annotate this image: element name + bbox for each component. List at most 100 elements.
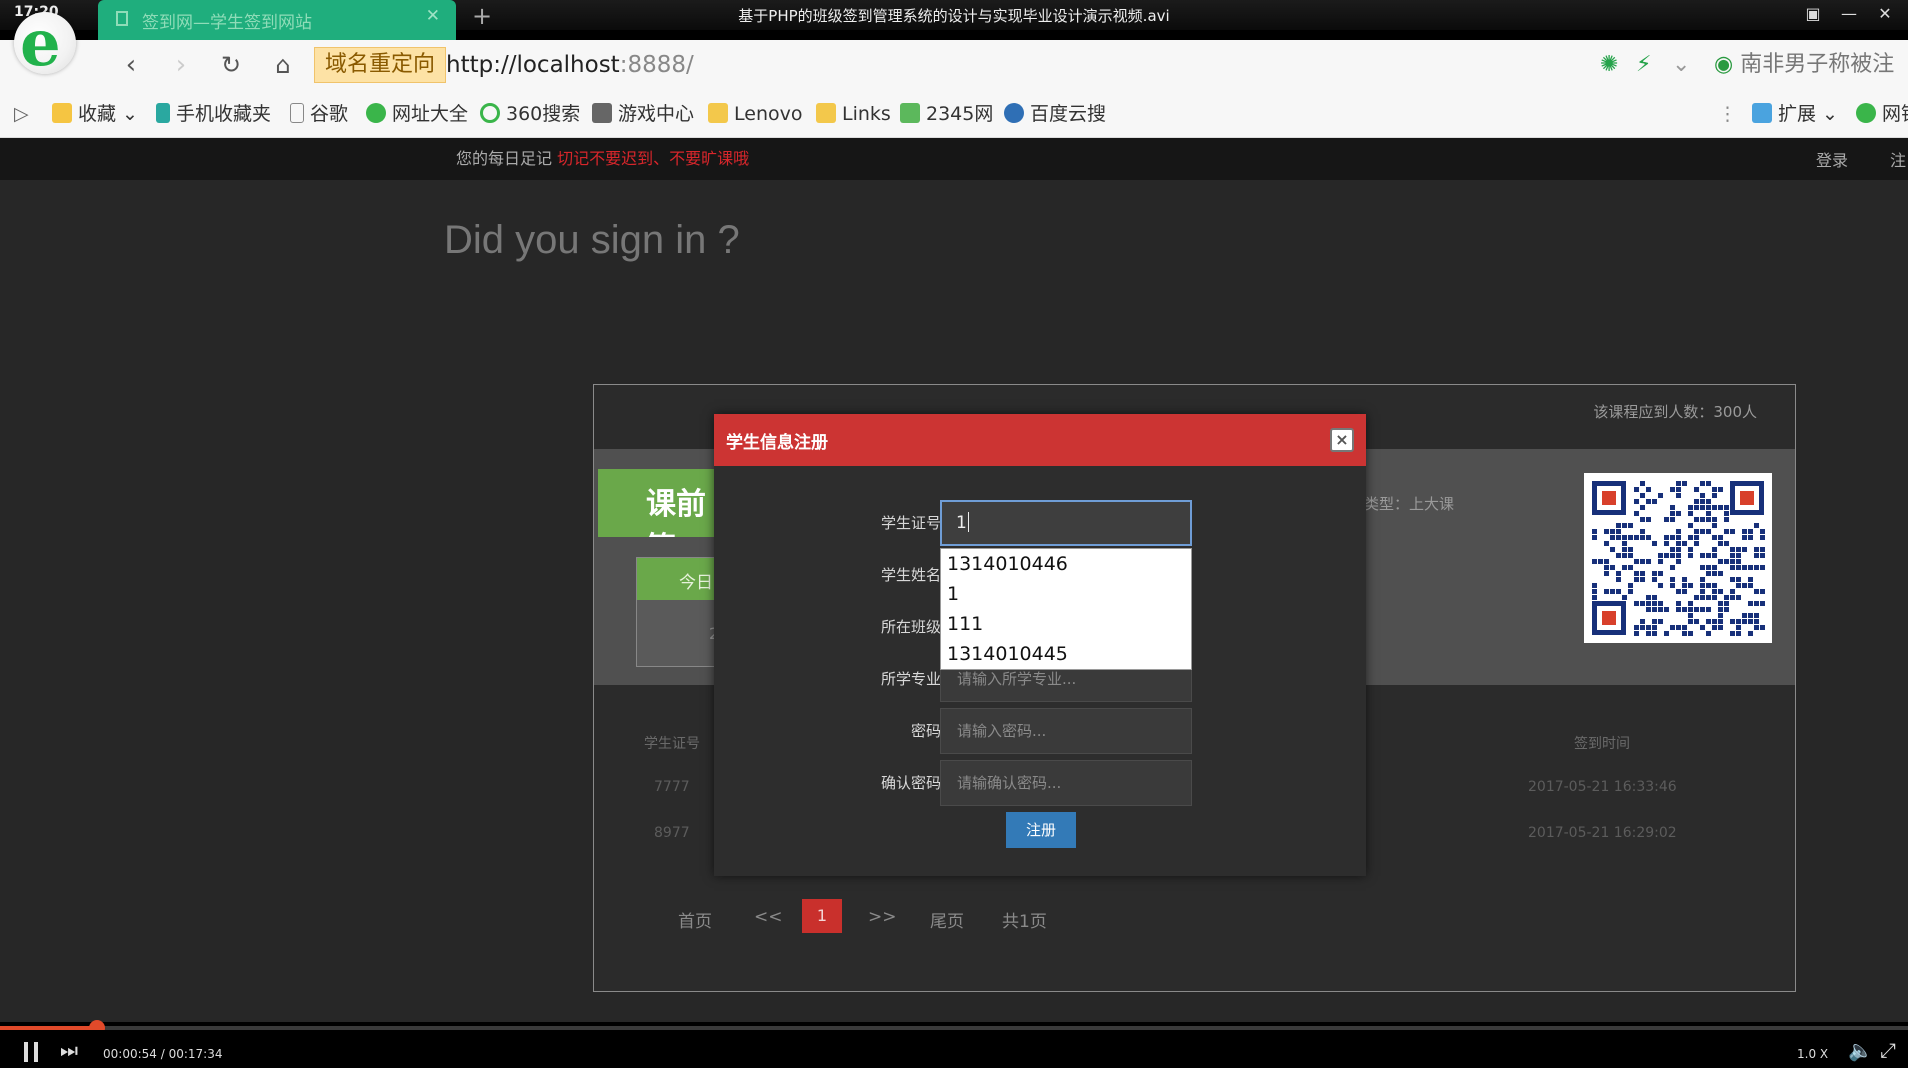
expected-count: 该课程应到人数：300人 [1593,403,1757,421]
pager-next[interactable]: >> [868,907,897,927]
password-input[interactable]: 请输入密码... [940,708,1192,754]
news-ticker[interactable]: ◉ 南非男子称被注 [1714,47,1894,83]
bookmark-directory[interactable]: 网址大全 [366,102,468,126]
player-controls: ⏭ 00:00:54 / 00:17:34 1.0 X 🔈 ⤢ [0,1030,1908,1068]
news-text: 南非男子称被注 [1740,52,1895,77]
player-window-icon[interactable]: ▣ [1800,2,1826,26]
register-submit-button[interactable]: 注册 [1006,812,1076,848]
tab-close-icon[interactable]: ✕ [426,6,440,26]
bookmark-favorites[interactable]: 收藏 ⌄ [52,102,138,126]
bookmark-google[interactable]: 谷歌 [290,102,348,126]
tab-title: 签到网—学生签到网站 [142,13,312,33]
autocomplete-option[interactable]: 111 [941,609,1191,639]
autocomplete-dropdown: 1314010446 1 111 1314010445 [940,548,1192,670]
qr-code [1584,473,1772,643]
autocomplete-option[interactable]: 1314010446 [941,549,1191,579]
playback-time: 00:00:54 / 00:17:34 [103,1047,223,1061]
row-2-time: 2017-05-21 16:29:02 [1528,825,1677,841]
netbank-button[interactable]: 网银 [1856,102,1908,126]
forward-icon[interactable]: › [164,48,198,82]
register-link[interactable]: 注 [1890,147,1906,171]
bookmarks-bar: ▷ 收藏 ⌄ 手机收藏夹 谷歌 网址大全 360搜索 游戏中心 Lenovo L… [0,90,1908,138]
address-bar[interactable]: http://localhost:8888/ [446,47,1556,83]
bookmark-baidu-cloud[interactable]: 百度云搜 [1004,102,1106,126]
sidebar-toggle-icon[interactable]: ▷ [14,102,29,126]
url-path: :8888/ [619,52,694,78]
cloud-icon [1004,103,1024,123]
column-student-id: 学生证号 [644,736,700,752]
bookmark-games[interactable]: 游戏中心 [592,102,694,126]
pager-current[interactable]: 1 [802,899,842,933]
daily-warning: 切记不要迟到、不要旷课哦 [557,149,750,168]
student-id-value: 1 [956,513,967,533]
playback-speed[interactable]: 1.0 X [1797,1047,1828,1061]
modal-header: 学生信息注册 × [714,414,1366,466]
bookmark-label: 360搜索 [506,103,581,125]
mobile-icon [156,103,170,123]
search-360-icon [480,103,500,123]
bookmark-label: Links [842,103,891,125]
login-link[interactable]: 登录 [1816,147,1848,171]
bookmark-360[interactable]: 360搜索 [480,102,580,126]
register-modal: 学生信息注册 × 学生证号： 1 学生姓名： 所在班级： 所学专业： 请输入所学… [714,414,1366,876]
dropdown-icon[interactable]: ⌄ [1672,52,1690,77]
url-host: http://localhost [446,52,620,78]
plus-icon [366,103,386,123]
folder-icon [708,103,728,123]
sign-in-title: 课前签 [598,469,728,537]
autocomplete-option[interactable]: 1314010445 [941,639,1191,669]
bookmark-links[interactable]: Links [816,102,891,126]
next-icon[interactable]: ⏭ [60,1038,78,1062]
refresh-icon[interactable]: ↻ [214,48,248,82]
row-1-time: 2017-05-21 16:33:46 [1528,779,1677,795]
extensions-button[interactable]: 扩展 ⌄ [1752,102,1838,126]
bookmark-2345[interactable]: 2345网 [900,102,993,126]
autocomplete-option[interactable]: 1 [941,579,1191,609]
star-icon [52,103,72,123]
volume-icon[interactable]: 🔈 [1848,1038,1873,1062]
browser-tab[interactable]: 签到网—学生签到网站 ✕ [98,0,456,40]
pager-last[interactable]: 尾页 [930,907,964,932]
security-icon[interactable]: ✺ [1600,52,1618,77]
row-1-id: 7777 [654,779,690,795]
browser-navbar: ‹ › ↻ ⌂ 域名重定向 http://localhost:8888/ ✺ ⚡… [0,40,1908,90]
bookmark-label: 手机收藏夹 [176,103,272,125]
page-headline: Did you sign in ? [444,218,740,262]
speed-icon[interactable]: ⚡ [1636,52,1651,77]
bookmark-label: 游戏中心 [618,103,695,125]
fullscreen-icon[interactable]: ⤢ [1880,1038,1896,1062]
redirect-badge[interactable]: 域名重定向 [314,47,447,83]
bookmark-label: 收藏 [78,103,117,125]
column-sign-time: 签到时间 [1574,736,1630,752]
daily-note: 您的每日足记 切记不要迟到、不要旷课哦 [456,145,749,169]
more-icon[interactable]: ⋮ [1718,102,1737,126]
daily-note-label: 您的每日足记 [456,149,553,168]
site-top-strip: 您的每日足记 切记不要迟到、不要旷课哦 登录 注 [0,138,1908,180]
bookmark-label: 谷歌 [310,103,349,125]
pager-first[interactable]: 首页 [678,907,712,932]
yuan-icon [1856,103,1876,123]
bookmark-lenovo[interactable]: Lenovo [708,102,802,126]
house-icon [900,103,920,123]
qr-code-graphic [1588,477,1768,639]
pause-icon[interactable] [24,1042,38,1062]
extensions-icon [1752,103,1772,123]
field-row-password: 密码： 请输入密码... [714,708,1366,754]
modal-title: 学生信息注册 [726,433,828,453]
bookmark-mobile[interactable]: 手机收藏夹 [156,102,271,126]
folder-icon [816,103,836,123]
student-id-input[interactable]: 1 [940,500,1192,546]
bookmark-label: 2345网 [926,103,994,125]
modal-close-button[interactable]: × [1330,428,1354,452]
bookmark-label: 网址大全 [392,103,469,125]
back-icon[interactable]: ‹ [114,48,148,82]
home-icon[interactable]: ⌂ [266,48,300,82]
pager-prev[interactable]: << [754,907,783,927]
browser-logo: e [14,6,76,81]
minimize-icon[interactable]: — [1836,2,1862,26]
new-tab-icon[interactable]: + [472,2,492,30]
close-icon[interactable]: ✕ [1872,2,1898,26]
page-icon [290,103,304,123]
confirm-password-input[interactable]: 请输确认密码... [940,760,1192,806]
document-icon [116,11,128,26]
